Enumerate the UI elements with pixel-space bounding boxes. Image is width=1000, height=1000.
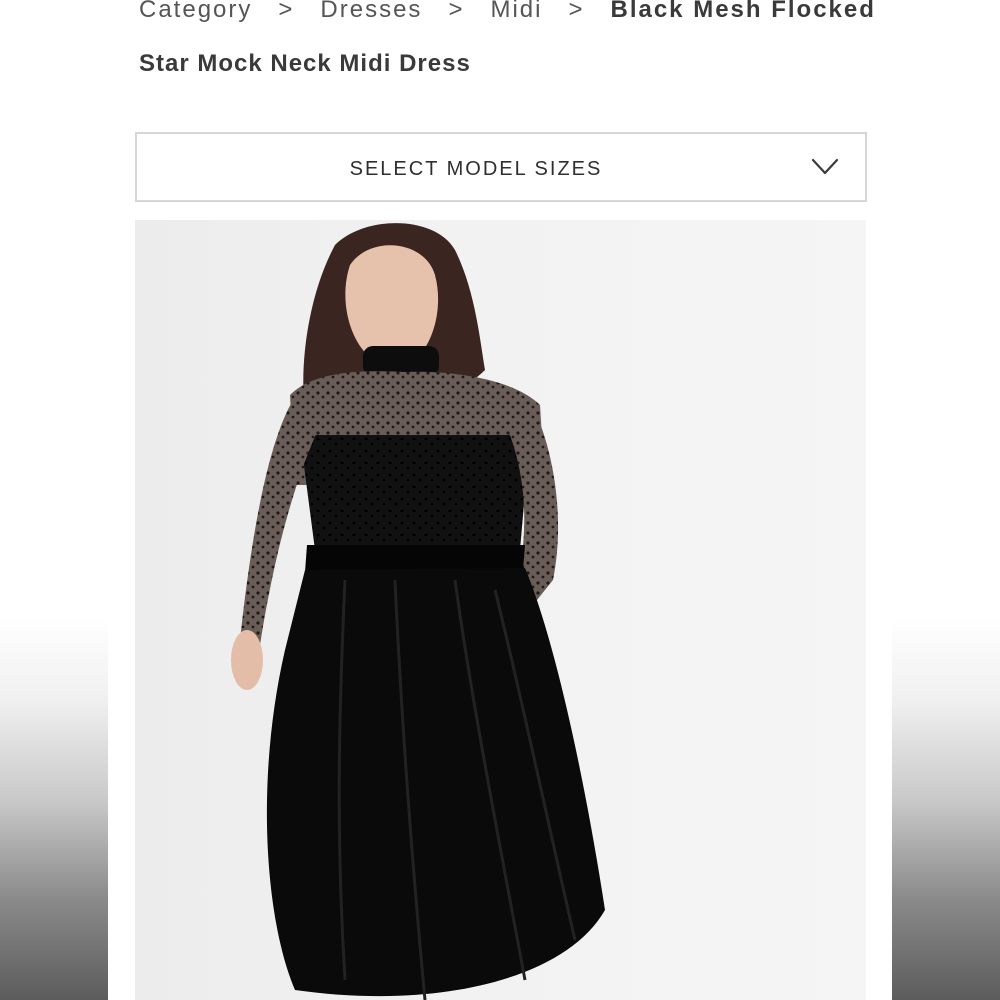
right-backdrop [892, 0, 1000, 1000]
breadcrumb-category[interactable]: Category [139, 0, 252, 24]
model-photo-illustration [231, 223, 605, 1000]
product-image[interactable] [135, 220, 866, 1000]
breadcrumb: Category > Dresses > Midi > Black Mesh F… [139, 0, 879, 30]
breadcrumb-separator: > [278, 0, 295, 23]
chevron-down-icon [811, 158, 839, 175]
breadcrumb-separator: > [568, 0, 585, 23]
product-title: Star Mock Neck Midi Dress [139, 50, 471, 77]
breadcrumb-midi[interactable]: Midi [490, 0, 542, 24]
breadcrumb-separator: > [448, 0, 465, 23]
product-page: Category > Dresses > Midi > Black Mesh F… [108, 0, 892, 1000]
select-model-sizes-dropdown[interactable]: SELECT MODEL SIZES [135, 132, 867, 202]
screenshot-stage: Category > Dresses > Midi > Black Mesh F… [0, 0, 1000, 1000]
left-backdrop [0, 0, 108, 1000]
select-model-sizes-label: SELECT MODEL SIZES [349, 158, 603, 180]
breadcrumb-current: Black Mesh Flocked [610, 0, 876, 23]
breadcrumb-dresses[interactable]: Dresses [320, 0, 422, 24]
